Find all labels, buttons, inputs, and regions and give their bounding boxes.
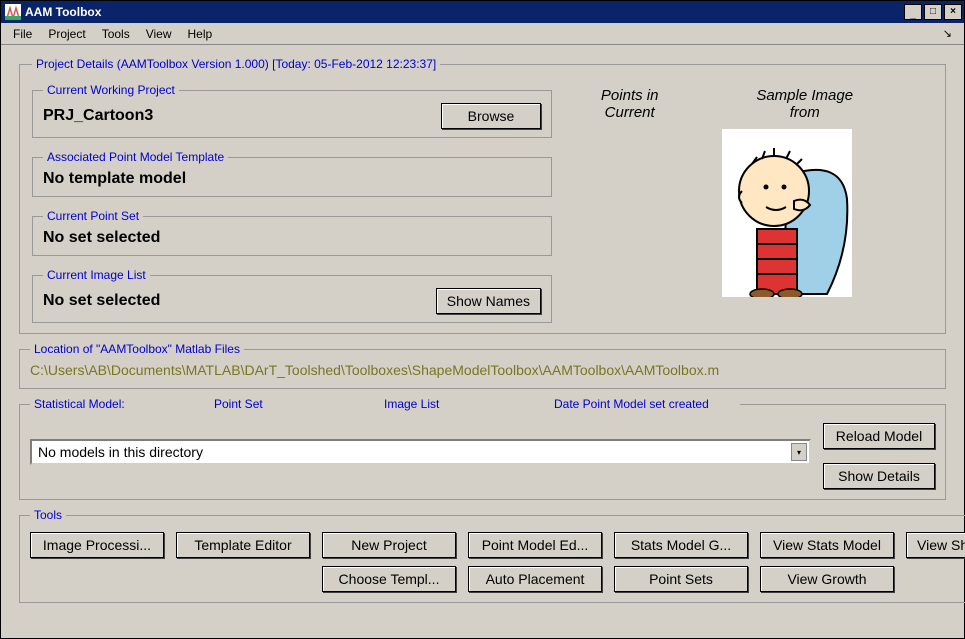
location-legend: Location of "AAMToolbox" Matlab Files	[30, 342, 244, 356]
associated-template-group: Associated Point Model Template No templ…	[32, 150, 552, 197]
cps-value: No set selected	[43, 229, 541, 247]
client-area: Project Details (AAMToolbox Version 1.00…	[1, 45, 964, 638]
show-names-button[interactable]: Show Names	[436, 288, 541, 314]
project-details-group: Project Details (AAMToolbox Version 1.00…	[19, 57, 946, 334]
cil-value: No set selected	[43, 292, 436, 310]
current-working-project-group: Current Working Project PRJ_Cartoon3 Bro…	[32, 83, 552, 138]
menu-project[interactable]: Project	[40, 27, 93, 41]
apmt-value: No template model	[43, 170, 541, 188]
show-details-button[interactable]: Show Details	[823, 463, 935, 489]
close-button[interactable]: ×	[944, 4, 962, 20]
cwp-legend: Current Working Project	[43, 83, 179, 97]
project-details-legend: Project Details (AAMToolbox Version 1.00…	[32, 57, 440, 71]
menu-tools[interactable]: Tools	[94, 27, 138, 41]
menu-view[interactable]: View	[138, 27, 180, 41]
stat-h1: Statistical Model:	[34, 397, 214, 411]
cwp-value: PRJ_Cartoon3	[43, 107, 441, 125]
reload-model-button[interactable]: Reload Model	[823, 423, 935, 449]
tools-legend: Tools	[30, 508, 66, 522]
sample-image	[722, 129, 852, 297]
point-model-editor-button[interactable]: Point Model Ed...	[468, 532, 602, 558]
template-editor-button[interactable]: Template Editor	[176, 532, 310, 558]
view-shape-space-button[interactable]: View Shape Space	[906, 532, 965, 558]
cil-legend: Current Image List	[43, 268, 150, 282]
stat-h2: Point Set	[214, 397, 384, 411]
points-in-label: Points in Current	[601, 87, 659, 121]
stat-h4: Date Point Model set created	[554, 397, 709, 411]
minimize-button[interactable]: _	[904, 4, 922, 20]
model-dropdown[interactable]: No models in this directory ▾	[30, 439, 811, 465]
chevron-down-icon: ▾	[791, 443, 807, 461]
auto-placement-button[interactable]: Auto Placement	[468, 566, 602, 592]
cps-legend: Current Point Set	[43, 209, 143, 223]
view-stats-model-button[interactable]: View Stats Model	[760, 532, 894, 558]
menu-corner-icon[interactable]: ↘	[935, 27, 960, 40]
sample-image-label: Sample Image from	[756, 87, 853, 121]
menu-file[interactable]: File	[5, 27, 40, 41]
menu-bar: File Project Tools View Help ↘	[1, 23, 964, 45]
title-bar: AAM Toolbox _ □ ×	[1, 1, 964, 23]
menu-help[interactable]: Help	[180, 27, 221, 41]
app-icon	[5, 4, 21, 20]
apmt-legend: Associated Point Model Template	[43, 150, 228, 164]
image-processing-button[interactable]: Image Processi...	[30, 532, 164, 558]
location-group: Location of "AAMToolbox" Matlab Files C:…	[19, 342, 946, 389]
point-sets-button[interactable]: Point Sets	[614, 566, 748, 592]
stats-model-g-button[interactable]: Stats Model G...	[614, 532, 748, 558]
view-growth-button[interactable]: View Growth	[760, 566, 894, 592]
model-dropdown-value: No models in this directory	[38, 444, 203, 460]
current-image-list-group: Current Image List No set selected Show …	[32, 268, 552, 323]
window-title: AAM Toolbox	[25, 5, 101, 19]
stat-h3: Image List	[384, 397, 554, 411]
statistical-model-group: Statistical Model: Point Set Image List …	[19, 397, 946, 500]
browse-button[interactable]: Browse	[441, 103, 541, 129]
location-path: C:\Users\AB\Documents\MATLAB\DArT_Toolsh…	[30, 360, 935, 380]
current-point-set-group: Current Point Set No set selected	[32, 209, 552, 256]
maximize-button[interactable]: □	[924, 4, 942, 20]
new-project-button[interactable]: New Project	[322, 532, 456, 558]
choose-template-button[interactable]: Choose Templ...	[322, 566, 456, 592]
tools-group: Tools Image Processi... Template Editor …	[19, 508, 965, 603]
